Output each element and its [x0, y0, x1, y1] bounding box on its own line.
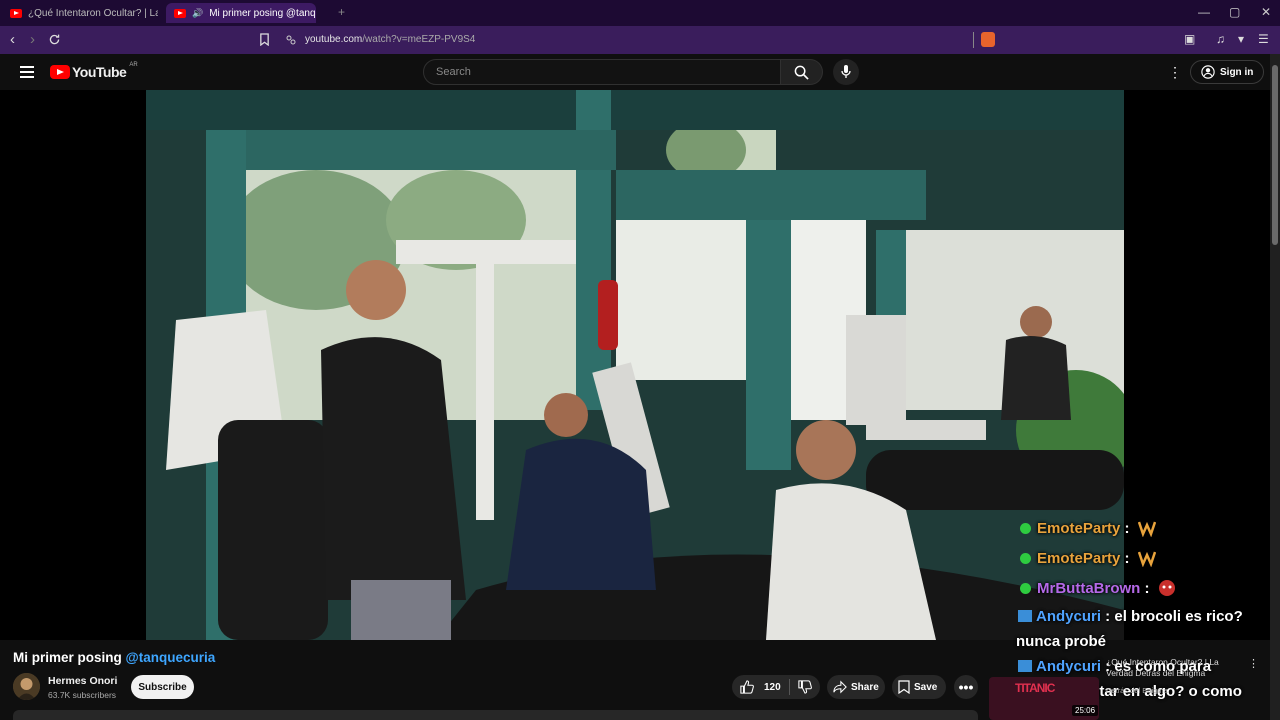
verified-check-icon [1020, 523, 1031, 534]
divider [788, 679, 790, 695]
video-frame[interactable] [146, 90, 1124, 640]
voice-search-button[interactable] [833, 59, 859, 85]
more-actions-button[interactable]: ••• [954, 675, 978, 699]
recommendation-menu-icon[interactable]: ⋮ [1248, 657, 1259, 670]
logo-text: YouTube [72, 64, 127, 80]
chat-username: Andycuri [1036, 608, 1102, 625]
thumbs-down-icon[interactable] [798, 680, 812, 694]
emote-icon [1137, 521, 1156, 537]
share-button[interactable]: Share [827, 675, 885, 699]
tab-active[interactable]: 🔊 Mi primer posing @tanquecu ✕ [166, 3, 316, 23]
chat-username: EmoteParty [1037, 550, 1121, 567]
url-field[interactable]: youtube.com/watch?v=meEZP-PV9S4 [305, 34, 475, 45]
video-title: Mi primer posing @tanquecuria [13, 650, 215, 665]
tab-inactive[interactable]: ¿Qué Intentaron Ocultar? | La Verdad [10, 3, 158, 23]
search-box [423, 59, 781, 85]
prime-badge-icon [1018, 610, 1032, 622]
prime-badge-icon [1018, 660, 1032, 672]
maximize-button[interactable]: ▢ [1229, 5, 1240, 19]
reload-icon[interactable] [48, 33, 61, 46]
chat-message: MrButtaBrown : [1016, 574, 1270, 604]
subscribe-button[interactable]: Subscribe [131, 675, 194, 699]
tab-title: Mi primer posing @tanquecu [209, 7, 316, 19]
like-dislike-group: 120 [732, 675, 820, 699]
minimize-button[interactable]: — [1198, 5, 1210, 19]
chat-username: Andycuri [1036, 658, 1102, 675]
scrollbar-thumb[interactable] [1272, 65, 1278, 245]
youtube-header: YouTube AR ⋮ Sign in [0, 54, 1270, 90]
verified-check-icon [1020, 553, 1031, 564]
close-window-button[interactable]: ✕ [1261, 5, 1271, 19]
site-settings-icon[interactable] [285, 34, 297, 46]
thumbnail-text: TITANIC [1015, 681, 1055, 695]
subscriber-count: 63.7K subscribers [48, 690, 117, 700]
chat-username: EmoteParty [1037, 520, 1121, 537]
description-box[interactable] [13, 710, 978, 720]
share-label: Share [851, 681, 879, 693]
video-scene-image [146, 90, 1124, 640]
youtube-favicon-icon [174, 8, 186, 18]
chat-username: MrButtaBrown [1037, 580, 1141, 597]
extension-icon[interactable]: ▾ [1238, 32, 1244, 46]
recommendation-channel[interactable]: Detrás del Enigma [1106, 686, 1168, 695]
chat-message: EmoteParty : [1016, 514, 1270, 544]
forward-icon[interactable]: › [30, 31, 35, 48]
video-title-text: Mi primer posing [13, 650, 122, 665]
address-bar: ‹ › youtube.com/watch?v=meEZP-PV9S4 ▣ ♫ … [0, 26, 1280, 54]
youtube-favicon-icon [10, 8, 22, 18]
share-icon [833, 680, 847, 694]
browser-tab-bar: ¿Qué Intentaron Ocultar? | La Verdad 🔊 M… [0, 0, 1280, 26]
video-duration: 25:06 [1072, 705, 1099, 716]
divider [973, 32, 974, 48]
hamburger-menu-icon[interactable] [20, 66, 34, 81]
channel-avatar[interactable] [13, 673, 40, 700]
chat-message: Andycuri : el brocoli es rico? nunca pro… [1016, 608, 1243, 650]
menu-icon[interactable]: ☰ [1258, 32, 1269, 46]
title-mention-link[interactable]: @tanquecuria [126, 650, 216, 665]
search-button[interactable] [781, 59, 823, 85]
like-button[interactable]: 120 [740, 680, 781, 694]
youtube-logo[interactable]: YouTube AR [50, 62, 138, 80]
youtube-play-icon [50, 65, 70, 79]
settings-more-icon[interactable]: ⋮ [1168, 64, 1182, 81]
back-icon[interactable]: ‹ [10, 31, 15, 48]
bookmark-icon [898, 680, 910, 694]
thumbs-up-icon [740, 680, 754, 694]
emote-icon [1158, 580, 1175, 596]
microphone-icon [841, 65, 851, 78]
more-horizontal-icon: ••• [958, 679, 974, 695]
tab-title: ¿Qué Intentaron Ocultar? | La Verdad [28, 7, 158, 19]
account-icon [1201, 65, 1215, 79]
sign-in-label: Sign in [1220, 66, 1254, 78]
search-input[interactable] [424, 60, 768, 84]
chat-message: EmoteParty : [1016, 544, 1270, 574]
brave-shield-icon[interactable] [981, 32, 995, 47]
search-icon [794, 65, 809, 80]
sign-in-button[interactable]: Sign in [1190, 60, 1265, 84]
music-icon[interactable]: ♫ [1216, 32, 1225, 46]
new-tab-button[interactable]: + [338, 5, 345, 19]
recommendation-title[interactable]: ¿Qué Intentaron Ocultar? | La Verdad Det… [1106, 657, 1246, 679]
save-button[interactable]: Save [892, 675, 946, 699]
bookmark-icon[interactable] [259, 33, 270, 46]
verified-check-icon [1020, 583, 1031, 594]
emote-icon [1137, 551, 1156, 567]
region-code: AR [129, 62, 138, 68]
speaker-icon: 🔊 [192, 7, 204, 18]
channel-name[interactable]: Hermes Onori [48, 675, 117, 687]
sidebar-icon[interactable]: ▣ [1184, 32, 1195, 46]
save-label: Save [914, 681, 938, 693]
like-count: 120 [764, 681, 781, 693]
